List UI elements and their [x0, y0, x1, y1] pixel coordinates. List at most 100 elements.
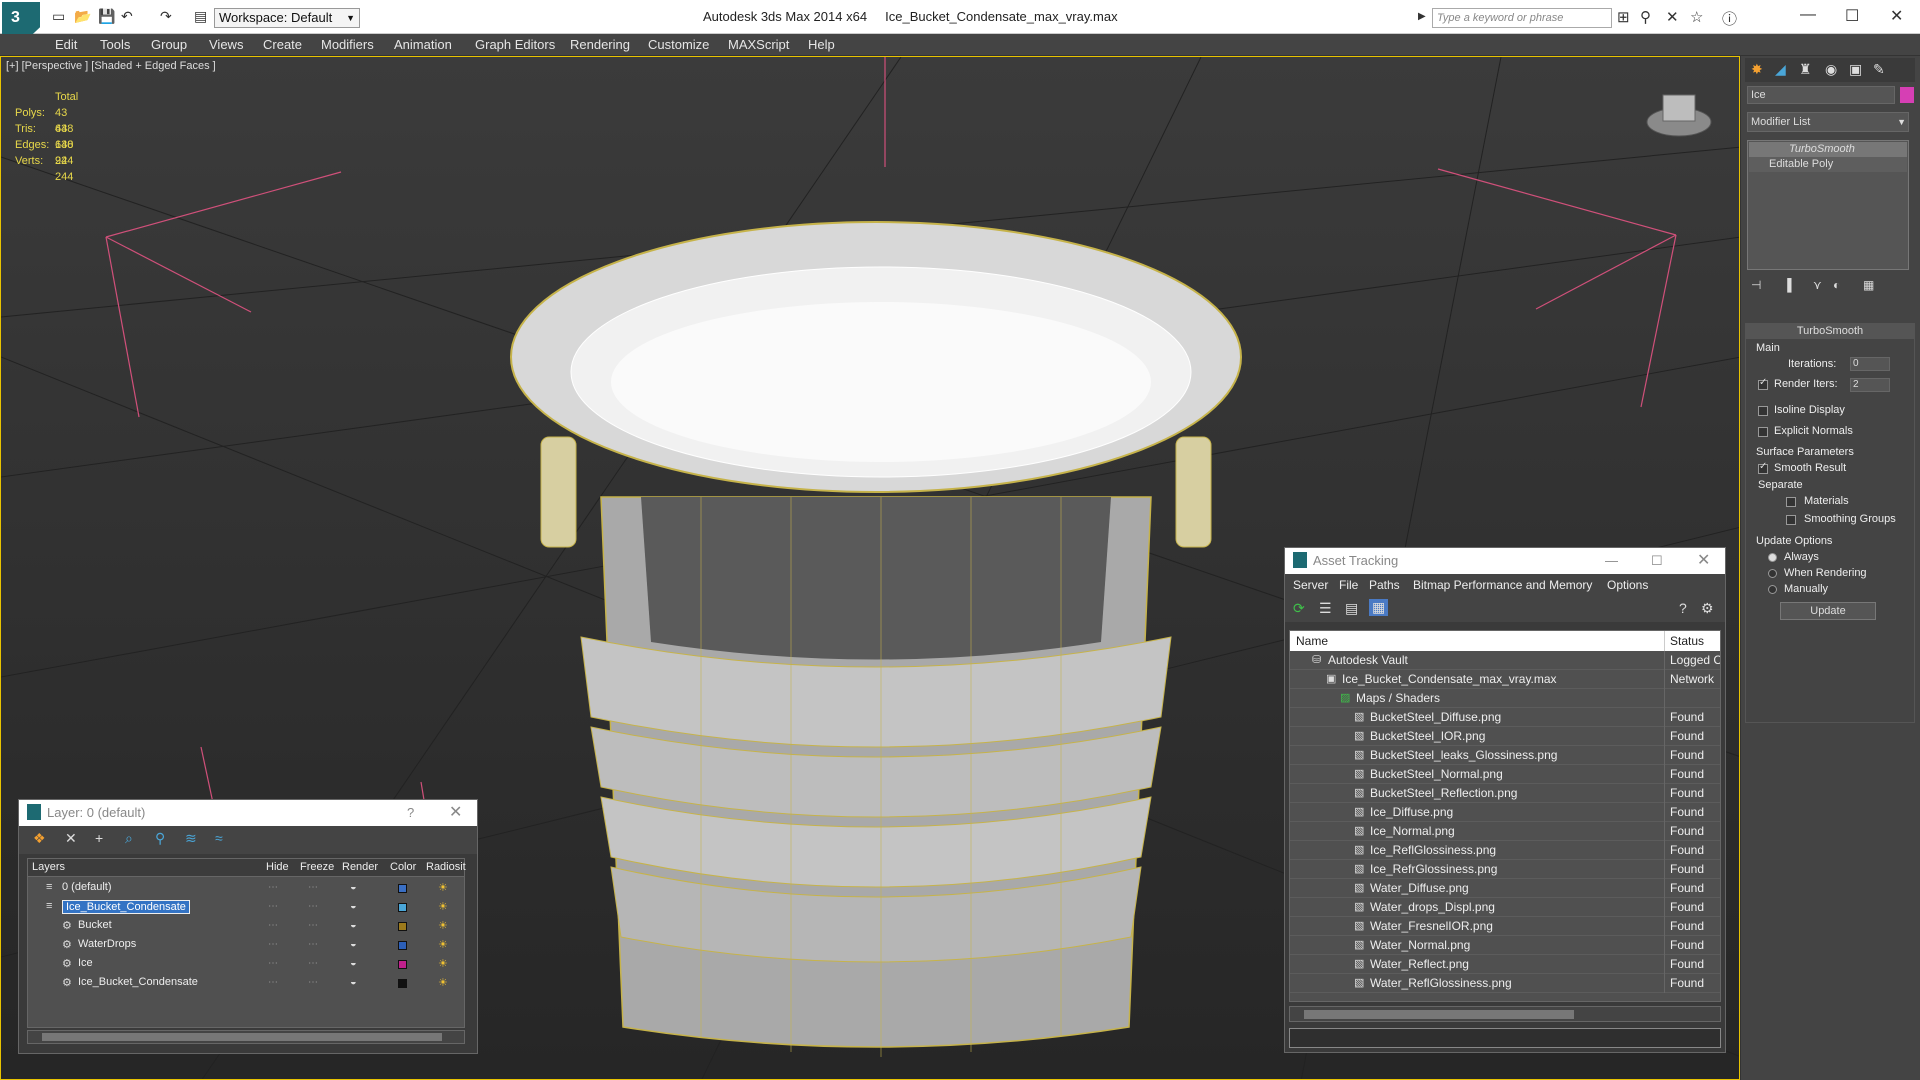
redo-icon[interactable]: ↷ [160, 8, 172, 26]
stack-item-turbosmooth[interactable]: TurboSmooth [1749, 142, 1907, 157]
modifier-list-dropdown[interactable]: Modifier List ▼ [1747, 112, 1909, 132]
asset-menu-paths[interactable]: Paths [1369, 578, 1400, 592]
render-teapot-icon[interactable]: ◒ [350, 938, 357, 950]
save-file-icon[interactable]: 💾 [98, 8, 115, 26]
col-render[interactable]: Render [342, 861, 378, 873]
asset-row[interactable]: ▧ Water_Normal.png Found [1290, 936, 1720, 955]
radiosity-icon[interactable]: ☀ [438, 900, 448, 913]
asset-horizontal-scrollbar[interactable] [1289, 1006, 1721, 1022]
help-icon[interactable]: ? [1679, 600, 1687, 616]
asset-row[interactable]: ▧ Water_ReflGlossiness.png Found [1290, 974, 1720, 993]
asset-row[interactable]: ▣ Ice_Bucket_Condensate_max_vray.max Netwo… [1290, 670, 1720, 689]
favorites-icon[interactable]: ☆ [1690, 8, 1703, 26]
menu-edit[interactable]: Edit [55, 34, 77, 56]
menu-modifiers[interactable]: Modifiers [321, 34, 374, 56]
search-input[interactable]: Type a keyword or phrase [1432, 8, 1612, 28]
layer-color-swatch[interactable] [398, 903, 407, 912]
scrollbar-thumb[interactable] [42, 1033, 442, 1041]
render-iters-spinner[interactable]: 2 [1850, 378, 1890, 392]
maximize-icon[interactable]: ☐ [1651, 548, 1663, 574]
thumbnail-view-icon[interactable]: ▤ [1345, 600, 1358, 617]
when-rendering-radio[interactable] [1768, 569, 1777, 578]
viewport-label[interactable]: [+] [Perspective ] [Shaded + Edged Faces… [6, 60, 216, 72]
maximize-icon[interactable]: ☐ [1845, 6, 1859, 26]
asset-menu-server[interactable]: Server [1293, 578, 1328, 592]
asset-row[interactable]: ▨ Maps / Shaders [1290, 689, 1720, 708]
make-unique-icon[interactable]: ⋎ [1813, 278, 1822, 292]
layer-name[interactable]: Ice_Bucket_Condensate [62, 900, 190, 914]
layer-name[interactable]: Ice_Bucket_Condensate [78, 976, 198, 988]
display-tab-icon[interactable]: ▣ [1849, 61, 1862, 78]
asset-row[interactable]: ⛁ Autodesk Vault Logged C [1290, 651, 1720, 670]
always-radio[interactable] [1768, 553, 1777, 562]
freeze-toggle[interactable]: ⋯ [308, 977, 318, 988]
asset-row[interactable]: ▧ BucketSteel_Normal.png Found [1290, 765, 1720, 784]
subscription-icon[interactable]: ⚲ [1640, 8, 1651, 26]
binoculars-icon[interactable]: ⊞ [1617, 8, 1630, 26]
layer-row[interactable]: ⚙ Bucket ⋯ ⋯ ◒ ☀ [28, 917, 464, 936]
hierarchy-tab-icon[interactable]: ♜ [1799, 61, 1812, 78]
object-color-swatch[interactable] [1900, 87, 1914, 103]
asset-row[interactable]: ▧ BucketSteel_leaks_Glossiness.png Found [1290, 746, 1720, 765]
render-teapot-icon[interactable]: ◒ [350, 919, 357, 931]
hide-toggle[interactable]: ⋯ [268, 939, 278, 950]
freeze-toggle[interactable]: ⋯ [308, 882, 318, 893]
radiosity-icon[interactable]: ☀ [438, 938, 448, 951]
list-view-icon[interactable]: ☰ [1319, 600, 1332, 617]
communication-icon[interactable]: ✕ [1666, 8, 1679, 26]
layer-row[interactable]: ⚙ Ice_Bucket_Condensate ⋯ ⋯ ◒ ☀ [28, 974, 464, 993]
layer-row[interactable]: ⚙ WaterDrops ⋯ ⋯ ◒ ☀ [28, 936, 464, 955]
layer-horizontal-scrollbar[interactable] [27, 1030, 465, 1044]
utilities-tab-icon[interactable]: ✎ [1873, 61, 1885, 78]
layer-row[interactable]: ≡ Ice_Bucket_Condensate ⋯ ⋯ ◒ ☀ [28, 898, 464, 917]
rollout-title[interactable]: TurboSmooth [1746, 324, 1914, 339]
asset-menu-options[interactable]: Options [1607, 578, 1648, 592]
hide-toggle[interactable]: ⋯ [268, 920, 278, 931]
freeze-toggle[interactable]: ⋯ [308, 939, 318, 950]
menu-animation[interactable]: Animation [394, 34, 452, 56]
update-button[interactable]: Update [1780, 602, 1876, 620]
menu-create[interactable]: Create [263, 34, 302, 56]
layer-color-swatch[interactable] [398, 979, 407, 988]
render-teapot-icon[interactable]: ◒ [350, 900, 357, 912]
freeze-toggle[interactable]: ⋯ [308, 958, 318, 969]
col-status[interactable]: Status [1670, 634, 1704, 648]
create-tab-icon[interactable]: ✸ [1751, 61, 1763, 78]
asset-row[interactable]: ▧ BucketSteel_Reflection.png Found [1290, 784, 1720, 803]
asset-row[interactable]: ▧ Ice_RefrGlossiness.png Found [1290, 860, 1720, 879]
asset-row[interactable]: ▧ Water_Diffuse.png Found [1290, 879, 1720, 898]
menu-group[interactable]: Group [151, 34, 187, 56]
asset-menu-file[interactable]: File [1339, 578, 1358, 592]
modify-tab-icon[interactable]: ◢ [1775, 61, 1786, 78]
refresh-icon[interactable]: ⟳ [1293, 600, 1305, 617]
menu-rendering[interactable]: Rendering [570, 34, 630, 56]
menu-graph-editors[interactable]: Graph Editors [475, 34, 555, 56]
workspace-dropdown[interactable]: Workspace: Default ▼ [214, 8, 360, 28]
materials-checkbox[interactable] [1786, 497, 1796, 507]
menu-maxscript[interactable]: MAXScript [728, 34, 789, 56]
minimize-icon[interactable]: — [1605, 548, 1618, 574]
open-file-icon[interactable]: 📂 [74, 8, 91, 26]
col-name[interactable]: Name [1296, 634, 1328, 648]
layer-color-swatch[interactable] [398, 884, 407, 893]
smoothing-groups-checkbox[interactable] [1786, 515, 1796, 525]
undo-icon[interactable]: ↶ [121, 8, 133, 26]
asset-row[interactable]: ▧ BucketSteel_Diffuse.png Found [1290, 708, 1720, 727]
show-end-result-icon[interactable]: ▐ [1783, 278, 1792, 292]
menu-tools[interactable]: Tools [100, 34, 130, 56]
menu-views[interactable]: Views [209, 34, 243, 56]
asset-path-field[interactable] [1289, 1028, 1721, 1048]
pin-stack-icon[interactable]: ⊣ [1751, 278, 1761, 292]
motion-tab-icon[interactable]: ◉ [1825, 61, 1837, 78]
settings-icon[interactable]: ⚙ [1701, 600, 1714, 617]
radiosity-icon[interactable]: ☀ [438, 957, 448, 970]
add-to-layer-icon[interactable]: + [95, 830, 103, 846]
close-icon[interactable]: ✕ [1890, 6, 1903, 26]
asset-row[interactable]: ▧ Ice_Normal.png Found [1290, 822, 1720, 841]
new-file-icon[interactable]: ▭ [52, 8, 65, 26]
delete-layer-icon[interactable]: ✕ [65, 830, 77, 847]
explicit-normals-checkbox[interactable] [1758, 427, 1768, 437]
col-color[interactable]: Color [390, 861, 416, 873]
render-teapot-icon[interactable]: ◒ [350, 881, 357, 893]
smooth-result-checkbox[interactable]: ✓ [1758, 461, 1768, 474]
